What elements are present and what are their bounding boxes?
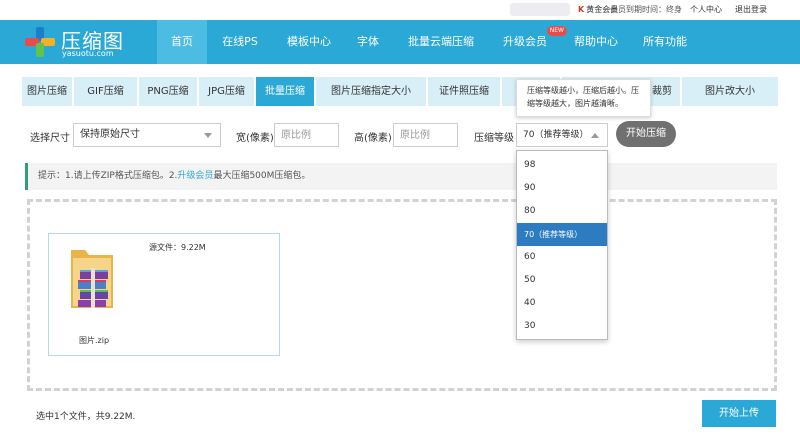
logo-domain: yasuotu.com (62, 49, 114, 58)
upgrade-link[interactable]: 升级会员 (177, 171, 213, 181)
nav-item-upgrade[interactable]: 升级会员 NEW (491, 20, 567, 64)
selection-status: 选中1个文件，共9.22M. (36, 412, 136, 422)
source-size: 源文件：9.22M (149, 243, 206, 252)
tool-tabs: 图片压缩 GIF压缩 PNG压缩 JPG压缩 批量压缩 图片压缩指定大小 证件照… (22, 77, 778, 106)
tab-id-photo-compress[interactable]: 证件照压缩 (428, 77, 502, 106)
height-label: 高(像素) (354, 133, 392, 144)
upload-drop-zone[interactable]: 源文件：9.22M 图片.zip (27, 199, 777, 391)
level-select[interactable]: 70（推荐等级） (516, 123, 608, 147)
expire-text: 会员到期时间：终身 (610, 5, 682, 14)
tab-png-compress[interactable]: PNG压缩 (139, 77, 199, 106)
level-option-50[interactable]: 50 (517, 269, 607, 292)
tab-jpg-compress[interactable]: JPG压缩 (199, 77, 256, 106)
nav-item-all-features[interactable]: 所有功能 (633, 20, 697, 64)
level-option-40[interactable]: 40 (517, 292, 607, 315)
start-compress-button[interactable]: 开始压缩 (616, 121, 676, 147)
user-center-link[interactable]: 个人中心 (690, 4, 722, 15)
chevron-down-icon (204, 133, 212, 138)
tab-resize[interactable]: 图片改大小 (682, 77, 778, 106)
height-input[interactable] (393, 123, 458, 147)
level-tooltip: 压缩等级越小，压缩后越小。压缩等级越大，图片越清晰。 (516, 79, 651, 117)
nav-item-fonts[interactable]: 字体 (345, 20, 391, 64)
level-option-98[interactable]: 98 (517, 154, 607, 177)
size-select[interactable]: 保持原始尺寸 (73, 123, 221, 147)
nav-item-online-ps[interactable]: 在线PS (207, 20, 273, 64)
zip-archive-icon (71, 250, 113, 308)
notice-suffix: 最大压缩500M压缩包。 (213, 171, 311, 181)
level-option-30[interactable]: 30 (517, 315, 607, 338)
logout-link[interactable]: 退出登录 (735, 4, 767, 15)
tab-compress-to-size[interactable]: 图片压缩指定大小 (316, 77, 428, 106)
tab-gif-compress[interactable]: GIF压缩 (74, 77, 139, 106)
level-label: 压缩等级 (474, 133, 514, 144)
tab-batch-compress[interactable]: 批量压缩 (256, 77, 316, 106)
width-label: 宽(像素) (236, 133, 274, 144)
notice-prefix: 提示：1.请上传ZIP格式压缩包。2. (38, 171, 178, 181)
top-bar: K 黄金会员 会员到期时间：终身 个人中心 退出登录 (0, 0, 800, 20)
nav-item-help[interactable]: 帮助中心 (559, 20, 633, 64)
width-input[interactable] (274, 123, 339, 147)
size-label: 选择尺寸 (30, 133, 70, 144)
site-logo[interactable]: 压缩图 yasuotu.com (25, 25, 145, 61)
nav-item-batch-cloud[interactable]: 批量云端压缩 (391, 20, 491, 64)
main-header: 压缩图 yasuotu.com 首页 在线PS 模板中心 字体 批量云端压缩 升… (0, 20, 800, 64)
level-option-60[interactable]: 60 (517, 246, 607, 269)
nav-item-home[interactable]: 首页 (157, 20, 207, 64)
file-name: 图片.zip (79, 336, 110, 345)
nav-item-templates[interactable]: 模板中心 (273, 20, 345, 64)
blurred-username (510, 3, 570, 16)
level-option-80[interactable]: 80 (517, 200, 607, 223)
level-option-70[interactable]: 70（推荐等级） (517, 223, 607, 246)
gold-member-icon: K (578, 5, 585, 14)
file-card[interactable]: 源文件：9.22M 图片.zip (48, 233, 280, 356)
notice-bar: 提示：1.请上传ZIP格式压缩包。2.升级会员最大压缩500M压缩包。 (25, 163, 777, 190)
main-nav: 首页 在线PS 模板中心 字体 批量云端压缩 升级会员 NEW 帮助中心 所有功能 (157, 20, 697, 64)
options-row: 选择尺寸 保持原始尺寸 宽(像素) 高(像素) 压缩等级 70（推荐等级） 开始… (0, 120, 800, 150)
logo-cross-icon (25, 27, 55, 57)
level-option-90[interactable]: 90 (517, 177, 607, 200)
tab-image-compress[interactable]: 图片压缩 (22, 77, 74, 106)
start-upload-button[interactable]: 开始上传 (702, 400, 776, 427)
chevron-up-icon (591, 133, 599, 138)
level-dropdown: 98 90 80 70（推荐等级） 60 50 40 30 (516, 150, 608, 340)
